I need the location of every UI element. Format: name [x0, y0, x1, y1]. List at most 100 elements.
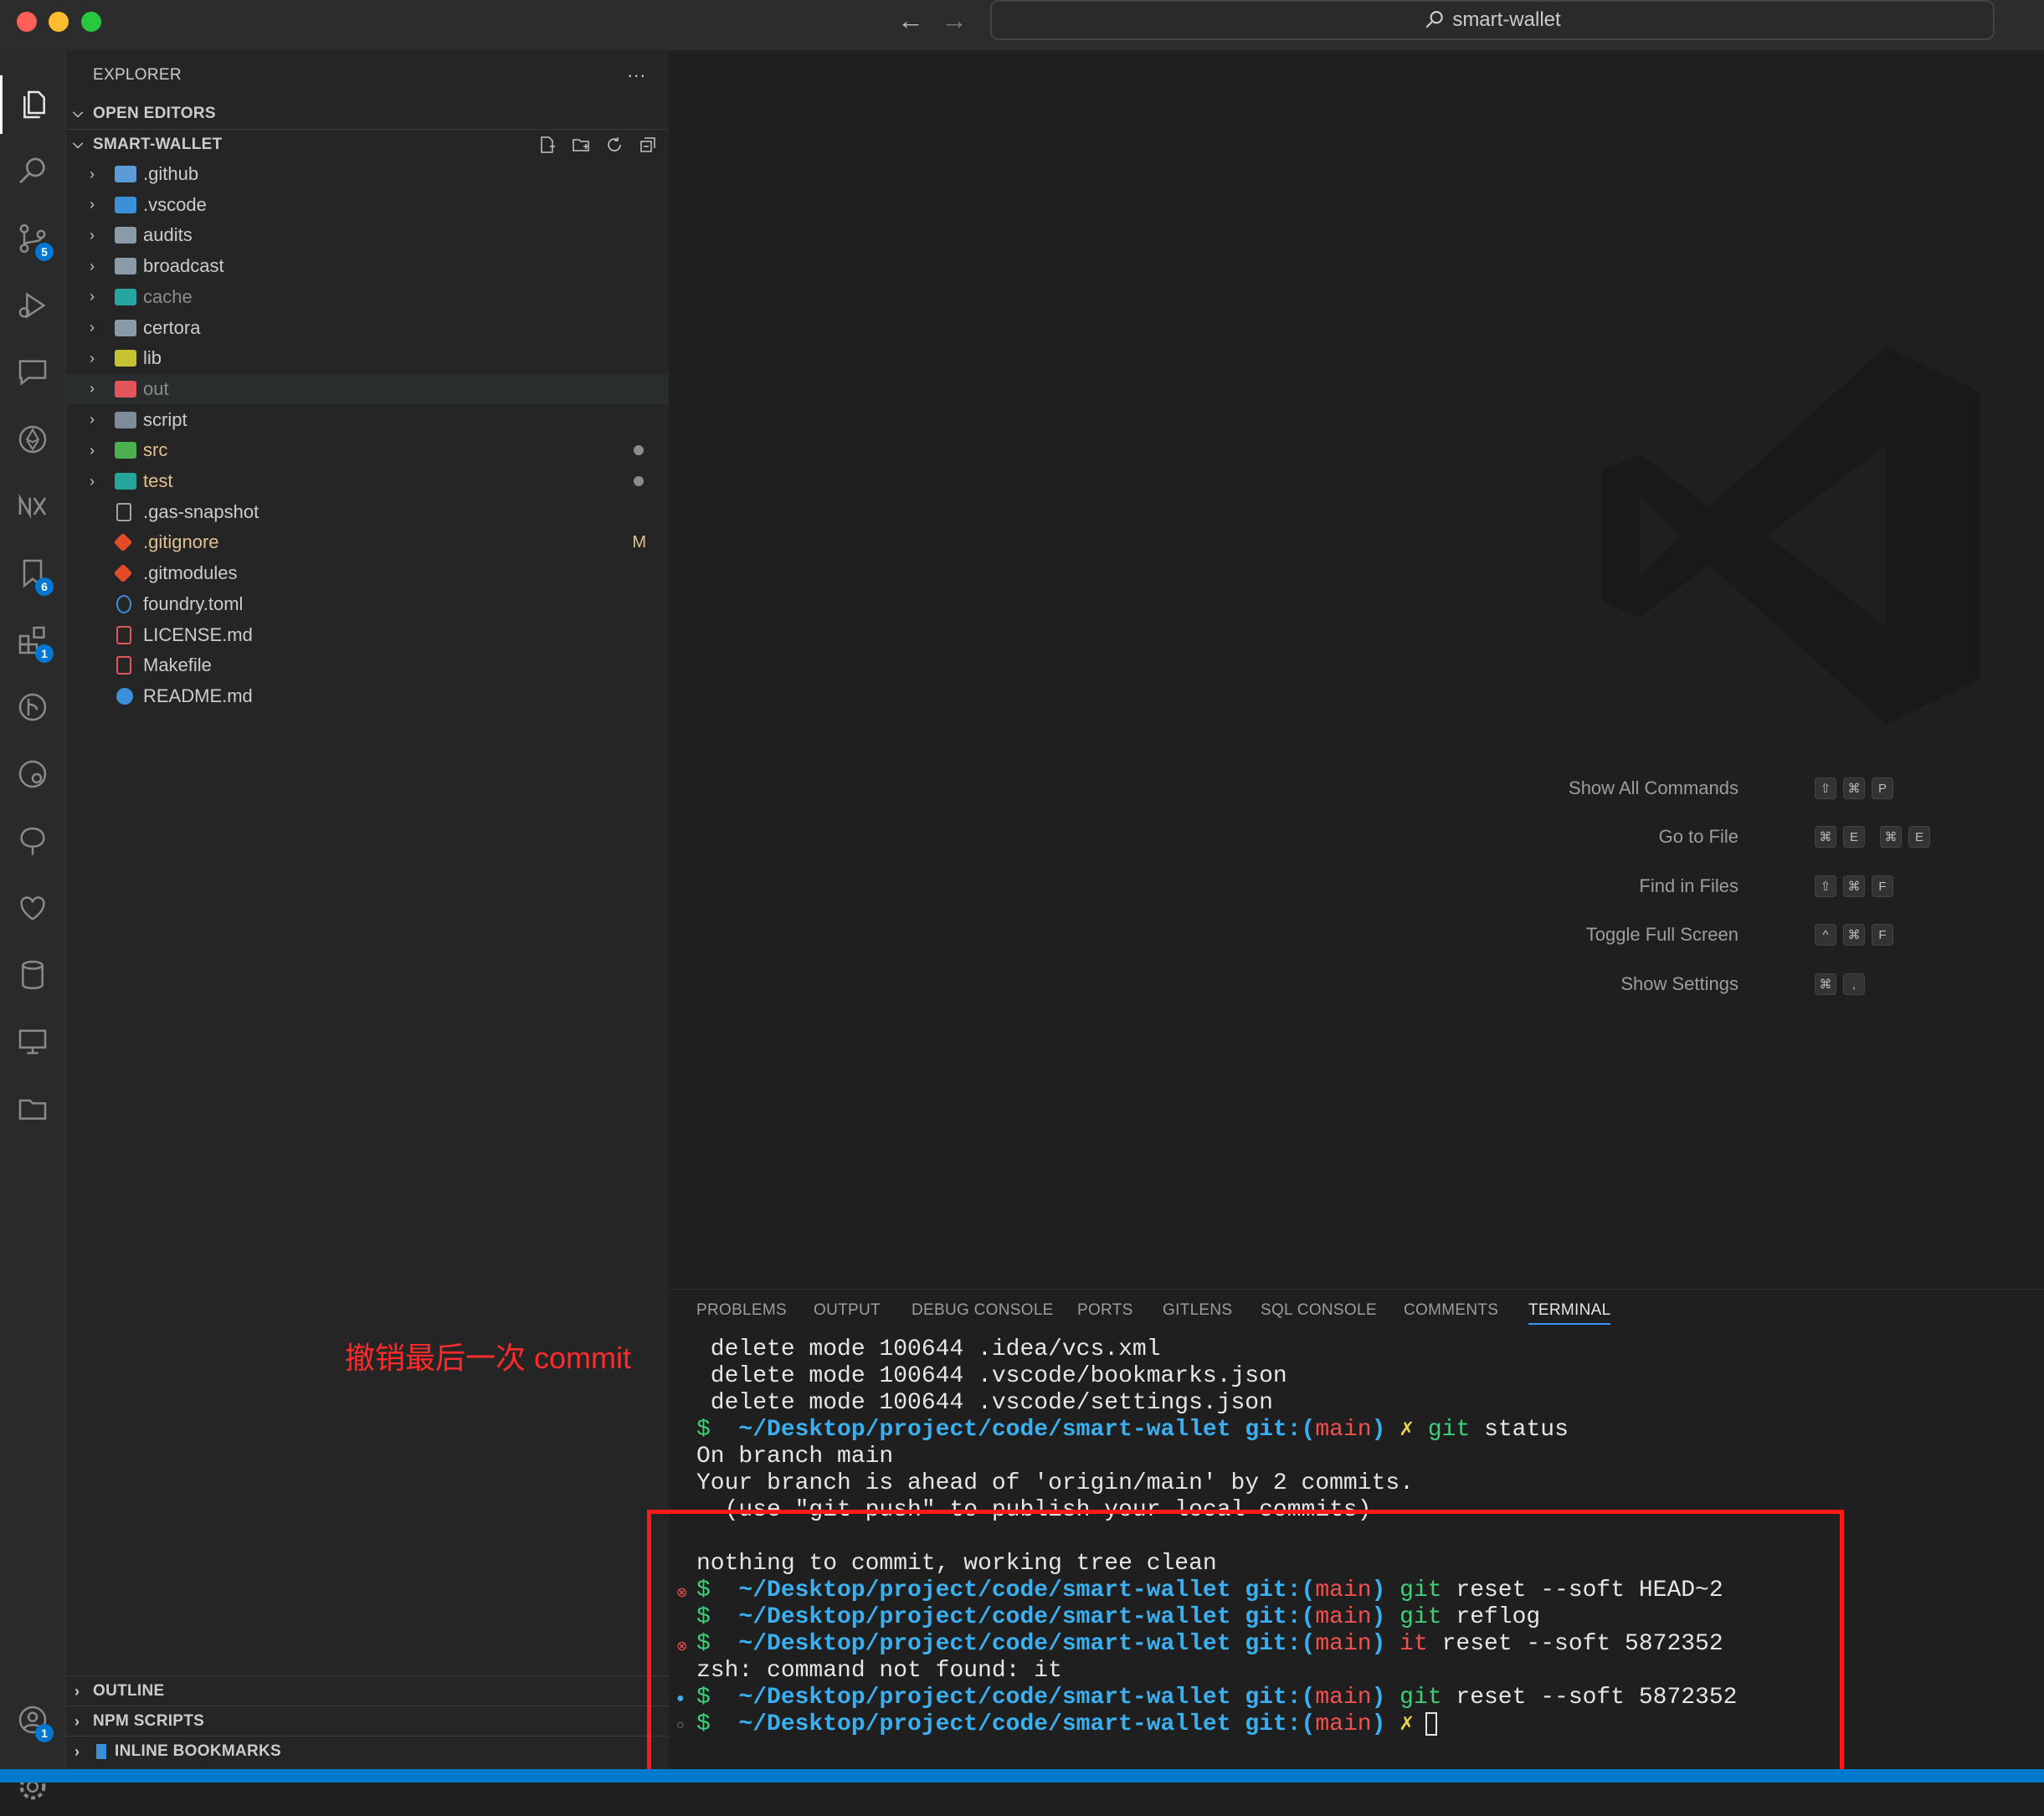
project-title: SMART-WALLET [93, 136, 223, 153]
extensions-badge: 1 [35, 644, 54, 663]
item-name: foundry.toml [143, 593, 244, 614]
close-window-button[interactable] [17, 12, 37, 32]
open-editors-section[interactable]: ⌵ OPEN EDITORS [66, 99, 669, 129]
welcome-command[interactable]: Find in Files ⇧ ⌘ F [670, 870, 2044, 903]
tab-ports[interactable]: PORTS [1077, 1301, 1133, 1320]
tab-output[interactable]: OUTPUT [814, 1301, 881, 1320]
git-graph-activity[interactable] [0, 678, 65, 736]
favorites-activity[interactable] [0, 879, 65, 937]
ethereum-activity[interactable] [0, 410, 65, 469]
new-folder-icon[interactable] [571, 135, 591, 155]
collapse-all-icon[interactable] [638, 135, 658, 155]
forward-arrow-icon[interactable]: → [941, 5, 968, 36]
inline-bookmarks-section[interactable]: › INLINE BOOKMARKS [66, 1736, 669, 1767]
outline-section[interactable]: › OUTLINE [66, 1675, 669, 1706]
new-file-icon[interactable] [537, 135, 557, 155]
search-activity[interactable] [0, 142, 65, 201]
annotation-label: 撤销最后一次 commit [345, 1341, 632, 1375]
gitlens-icon [18, 760, 47, 788]
npm-scripts-section[interactable]: › NPM SCRIPTS [66, 1706, 669, 1736]
welcome-command[interactable]: Toggle Full Screen ^ ⌘ F [670, 918, 2044, 952]
keybinding-key: ⌘ [1843, 777, 1865, 799]
project-section[interactable]: ⌵ SMART-WALLET [66, 129, 669, 160]
run-debug-activity[interactable] [0, 276, 65, 335]
terminal-prompt-line: $ ~/Desktop/project/code/smart-wallet gi… [696, 1417, 1569, 1444]
keybinding-key: ^ [1815, 924, 1836, 946]
tab-debug-console[interactable]: DEBUG CONSOLE [912, 1301, 1054, 1320]
item-name: .gas-snapshot [143, 500, 259, 522]
chevron-down-icon: ⌵ [73, 137, 84, 151]
folder-icon [115, 411, 136, 428]
item-name: lib [143, 347, 162, 369]
file-item[interactable]: LICENSE.md [66, 620, 669, 650]
git-graph-icon [18, 693, 47, 721]
tab-sql-console[interactable]: SQL CONSOLE [1261, 1301, 1377, 1320]
heart-icon [20, 896, 45, 921]
tab-problems[interactable]: PROBLEMS [696, 1301, 787, 1320]
accounts-activity[interactable]: 1 [0, 1690, 65, 1749]
item-name: .github [143, 163, 199, 184]
project-manager-activity[interactable] [0, 1080, 65, 1138]
command-label: Find in Files [1639, 875, 1738, 896]
file-item[interactable]: .gitmodules [66, 558, 669, 588]
folder-item[interactable]: › cache [66, 282, 669, 312]
prompt-git-label: git:( [1230, 1417, 1316, 1443]
item-name: test [143, 470, 173, 491]
file-item[interactable]: README.md [66, 681, 669, 711]
folder-icon [18, 1099, 47, 1120]
folder-item[interactable]: › broadcast [66, 251, 669, 281]
folder-item[interactable]: › script [66, 405, 669, 435]
explorer-title: EXPLORER [93, 66, 182, 84]
refresh-icon[interactable] [604, 135, 624, 155]
item-name: .gitignore [143, 531, 219, 553]
gitlens-activity[interactable] [0, 745, 65, 803]
minimize-window-button[interactable] [49, 12, 69, 32]
extensions-activity[interactable]: 1 [0, 611, 65, 669]
nx-console-activity[interactable] [0, 477, 65, 536]
back-arrow-icon[interactable]: ← [897, 5, 924, 36]
folder-item[interactable]: › out [66, 373, 669, 404]
folder-item[interactable]: › .github [66, 159, 669, 189]
more-actions-icon[interactable]: ··· [627, 64, 646, 86]
remote-activity[interactable] [0, 1013, 65, 1071]
folder-item[interactable]: › .vscode [66, 190, 669, 220]
chevron-down-icon: ⌵ [73, 106, 84, 121]
tree-activity[interactable] [0, 812, 65, 870]
command-center-search[interactable]: smart-wallet [990, 0, 1995, 40]
folder-icon [115, 473, 136, 490]
tab-comments[interactable]: COMMENTS [1404, 1301, 1498, 1320]
activity-bar: 5 6 1 1 [0, 50, 66, 1800]
folder-item[interactable]: › certora [66, 313, 669, 343]
tab-gitlens[interactable]: GITLENS [1163, 1301, 1232, 1320]
file-item[interactable]: .gas-snapshot [66, 497, 669, 527]
folder-icon [115, 380, 136, 398]
tab-terminal[interactable]: TERMINAL [1528, 1301, 1611, 1325]
welcome-command[interactable]: Show Settings ⌘, [670, 967, 2044, 1001]
accounts-badge: 1 [35, 1724, 54, 1742]
bookmark-icon [96, 1744, 106, 1759]
keybinding-key: ⇧ [1815, 875, 1836, 897]
comments-activity[interactable] [0, 343, 65, 402]
editor-area: Show All Commands ⇧ ⌘ P Go to File ⌘ E ⌘ E Find i… [670, 50, 2044, 1289]
file-item[interactable]: Makefile [66, 650, 669, 680]
terminal-line: delete mode 100644 .vscode/settings.json [696, 1390, 1273, 1416]
maximize-window-button[interactable] [81, 12, 101, 32]
prompt-symbol: $ [696, 1417, 711, 1443]
source-control-activity[interactable]: 5 [0, 209, 65, 268]
nx-icon [18, 494, 47, 519]
folder-item[interactable]: › test [66, 466, 669, 496]
keybinding-key: P [1872, 777, 1893, 800]
item-name: .vscode [143, 193, 207, 215]
folder-item[interactable]: › lib [66, 343, 669, 373]
folder-item[interactable]: › audits [66, 220, 669, 250]
database-activity[interactable] [0, 946, 65, 1004]
file-item[interactable]: foundry.toml [66, 589, 669, 619]
file-item[interactable]: .gitignore M [66, 527, 669, 557]
window-title: smart-wallet [1452, 8, 1561, 31]
bookmarks-activity[interactable]: 6 [0, 544, 65, 603]
welcome-command[interactable]: Show All Commands ⇧ ⌘ P [670, 772, 2044, 805]
folder-item[interactable]: › src [66, 435, 669, 465]
explorer-activity[interactable] [0, 75, 65, 134]
welcome-command[interactable]: Go to File ⌘ E ⌘ E [670, 820, 2044, 854]
manage-activity[interactable] [0, 1757, 65, 1816]
